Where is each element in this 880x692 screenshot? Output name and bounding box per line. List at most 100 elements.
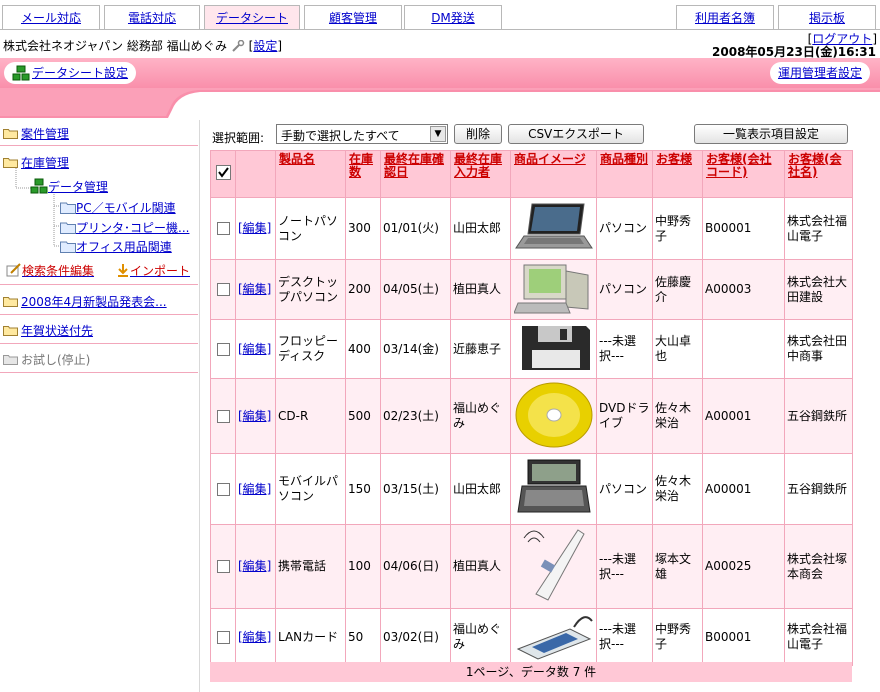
sidebar-item-new-product[interactable]: 2008年4月新製品発表会...	[3, 293, 201, 310]
tab-customer[interactable]: 顧客管理	[304, 5, 402, 30]
tab-dm[interactable]: DM発送	[404, 5, 502, 30]
tab-user-list[interactable]: 利用者名簿	[676, 5, 774, 30]
row-checkbox[interactable]	[216, 630, 230, 644]
floppy-image-icon	[514, 326, 594, 377]
edit-link[interactable]: [編集]	[238, 559, 271, 573]
product-image	[510, 524, 597, 609]
edit-link[interactable]: [編集]	[238, 409, 271, 423]
delete-button[interactable]: 削除	[454, 124, 502, 144]
settings-link[interactable]: 設定	[253, 39, 277, 53]
cell-code: A00001	[702, 378, 785, 454]
cell-date: 03/14(金)	[380, 319, 451, 379]
search-condition-link[interactable]: 検索条件編集	[6, 262, 94, 279]
col-header-category[interactable]: 商品種別	[596, 150, 653, 198]
cell-name: デスクトップパソコン	[275, 259, 346, 320]
edit-cell: [編集]	[235, 524, 276, 609]
user-info: 株式会社ネオジャパン 総務部 福山めぐみ [設定]	[3, 37, 282, 54]
datasheet-settings-button[interactable]: データシート設定	[4, 62, 137, 84]
sidebar-item-pc-mobile[interactable]: PC／モバイル関連	[60, 199, 176, 216]
cell-person: 近藤恵子	[450, 319, 511, 379]
row-checkbox[interactable]	[216, 283, 230, 296]
header-label: 在庫数	[349, 152, 374, 179]
table-header-row: 製品名 在庫数 最終在庫確認日 最終在庫入力者 商品イメージ 商品種別 お客様 …	[210, 150, 853, 198]
product-image	[510, 259, 597, 320]
range-select[interactable]: 手動で選択したすべて ▼	[276, 124, 448, 144]
edit-link[interactable]: [編集]	[238, 342, 271, 356]
sidebar-label[interactable]: 案件管理	[21, 127, 69, 141]
cell-date: 01/01(火)	[380, 197, 451, 260]
cell-code: B00001	[702, 608, 785, 666]
table-row: [編集] ノートパソコン 300 01/01(火) 山田太郎 パソコン 中野秀子 B00001…	[210, 197, 853, 260]
cell-code: B00001	[702, 197, 785, 260]
sidebar-label: データ管理	[48, 180, 109, 194]
cell-category: パソコン	[596, 259, 653, 320]
col-header-name[interactable]: 製品名	[275, 150, 346, 198]
cell-category: ---未選択---	[596, 608, 653, 666]
row-checkbox[interactable]	[216, 409, 230, 423]
tab-datasheet[interactable]: データシート	[204, 5, 300, 30]
sidebar-item-printer[interactable]: プリンタ･コピー機...	[60, 219, 189, 236]
cell-date: 04/05(土)	[380, 259, 451, 320]
top-tabs: メール対応 電話対応 データシート 顧客管理 DM発送 利用者名簿 掲示板	[0, 0, 880, 30]
import-link[interactable]: インポート	[116, 262, 190, 279]
list-settings-button[interactable]: 一覧表示項目設定	[694, 124, 848, 144]
select-all-checkbox[interactable]	[215, 165, 231, 180]
sidebar-divider	[0, 372, 198, 373]
sidebar-item-data-management[interactable]: データ管理	[30, 178, 108, 195]
col-header-customer[interactable]: お客様	[652, 150, 703, 198]
edit-cell: [編集]	[235, 378, 276, 454]
tab-mail[interactable]: メール対応	[2, 5, 100, 30]
product-image	[510, 319, 597, 379]
edit-link[interactable]: [編集]	[238, 482, 271, 496]
cd-image-icon	[514, 382, 594, 452]
cell-person: 植田真人	[450, 524, 511, 609]
sidebar-label: オフィス用品関連	[76, 240, 172, 254]
sidebar-item-office[interactable]: オフィス用品関連	[60, 238, 172, 255]
phone-image-icon	[514, 528, 594, 607]
col-header-code[interactable]: お客様(会社コード)	[702, 150, 785, 198]
row-checkbox[interactable]	[216, 482, 230, 496]
cell-category: ---未選択---	[596, 524, 653, 609]
row-checkbox[interactable]	[216, 342, 230, 356]
row-select-cell	[210, 453, 236, 525]
tab-phone[interactable]: 電話対応	[104, 5, 200, 30]
cell-name: モバイルパソコン	[275, 453, 346, 525]
cell-person: 植田真人	[450, 259, 511, 320]
cell-name: フロッピーディスク	[275, 319, 346, 379]
cell-code: A00001	[702, 453, 785, 525]
edit-link[interactable]: [編集]	[238, 630, 271, 644]
sidebar-label[interactable]: 年賀状送付先	[21, 324, 93, 338]
cell-customer: 佐藤慶介	[652, 259, 703, 320]
sidebar-item-trial[interactable]: お試し(停止)	[3, 351, 201, 368]
cell-category: パソコン	[596, 197, 653, 260]
edit-link[interactable]: [編集]	[238, 221, 271, 235]
admin-settings-button[interactable]: 運用管理者設定	[769, 62, 870, 84]
cell-person: 山田太郎	[450, 453, 511, 525]
csv-export-button[interactable]: CSVエクスポート	[508, 124, 644, 144]
col-header-company[interactable]: お客様(会社名)	[784, 150, 853, 198]
col-header-stock[interactable]: 在庫数	[345, 150, 381, 198]
pink-band: データシート設定 運用管理者設定	[0, 58, 880, 88]
mobile-image-icon	[514, 459, 594, 521]
header-label: お客様(会社コード)	[706, 152, 772, 179]
cell-stock: 150	[345, 453, 381, 525]
folder-note-icon	[60, 201, 76, 214]
col-header-image[interactable]: 商品イメージ	[510, 150, 597, 198]
sidebar-item-project[interactable]: 案件管理	[3, 125, 201, 142]
row-checkbox[interactable]	[216, 560, 230, 573]
edit-link[interactable]: [編集]	[238, 282, 271, 296]
sidebar-label[interactable]: 2008年4月新製品発表会...	[21, 295, 167, 309]
sidebar-item-new-year[interactable]: 年賀状送付先	[3, 322, 201, 339]
col-header-date[interactable]: 最終在庫確認日	[380, 150, 451, 198]
desktop-image-icon	[512, 264, 594, 318]
datasheet-settings-label: データシート設定	[32, 66, 129, 80]
header-label: お客様	[656, 152, 693, 166]
folder-open-icon	[3, 157, 18, 168]
cell-stock: 300	[345, 197, 381, 260]
cell-company: 株式会社福山電子	[784, 608, 853, 666]
row-checkbox[interactable]	[216, 222, 230, 235]
tab-bulletin[interactable]: 掲示板	[778, 5, 876, 30]
pagination-footer: 1ページ、データ数 7 件	[210, 662, 852, 682]
col-header-person[interactable]: 最終在庫入力者	[450, 150, 511, 198]
header-label: 商品種別	[600, 152, 649, 166]
